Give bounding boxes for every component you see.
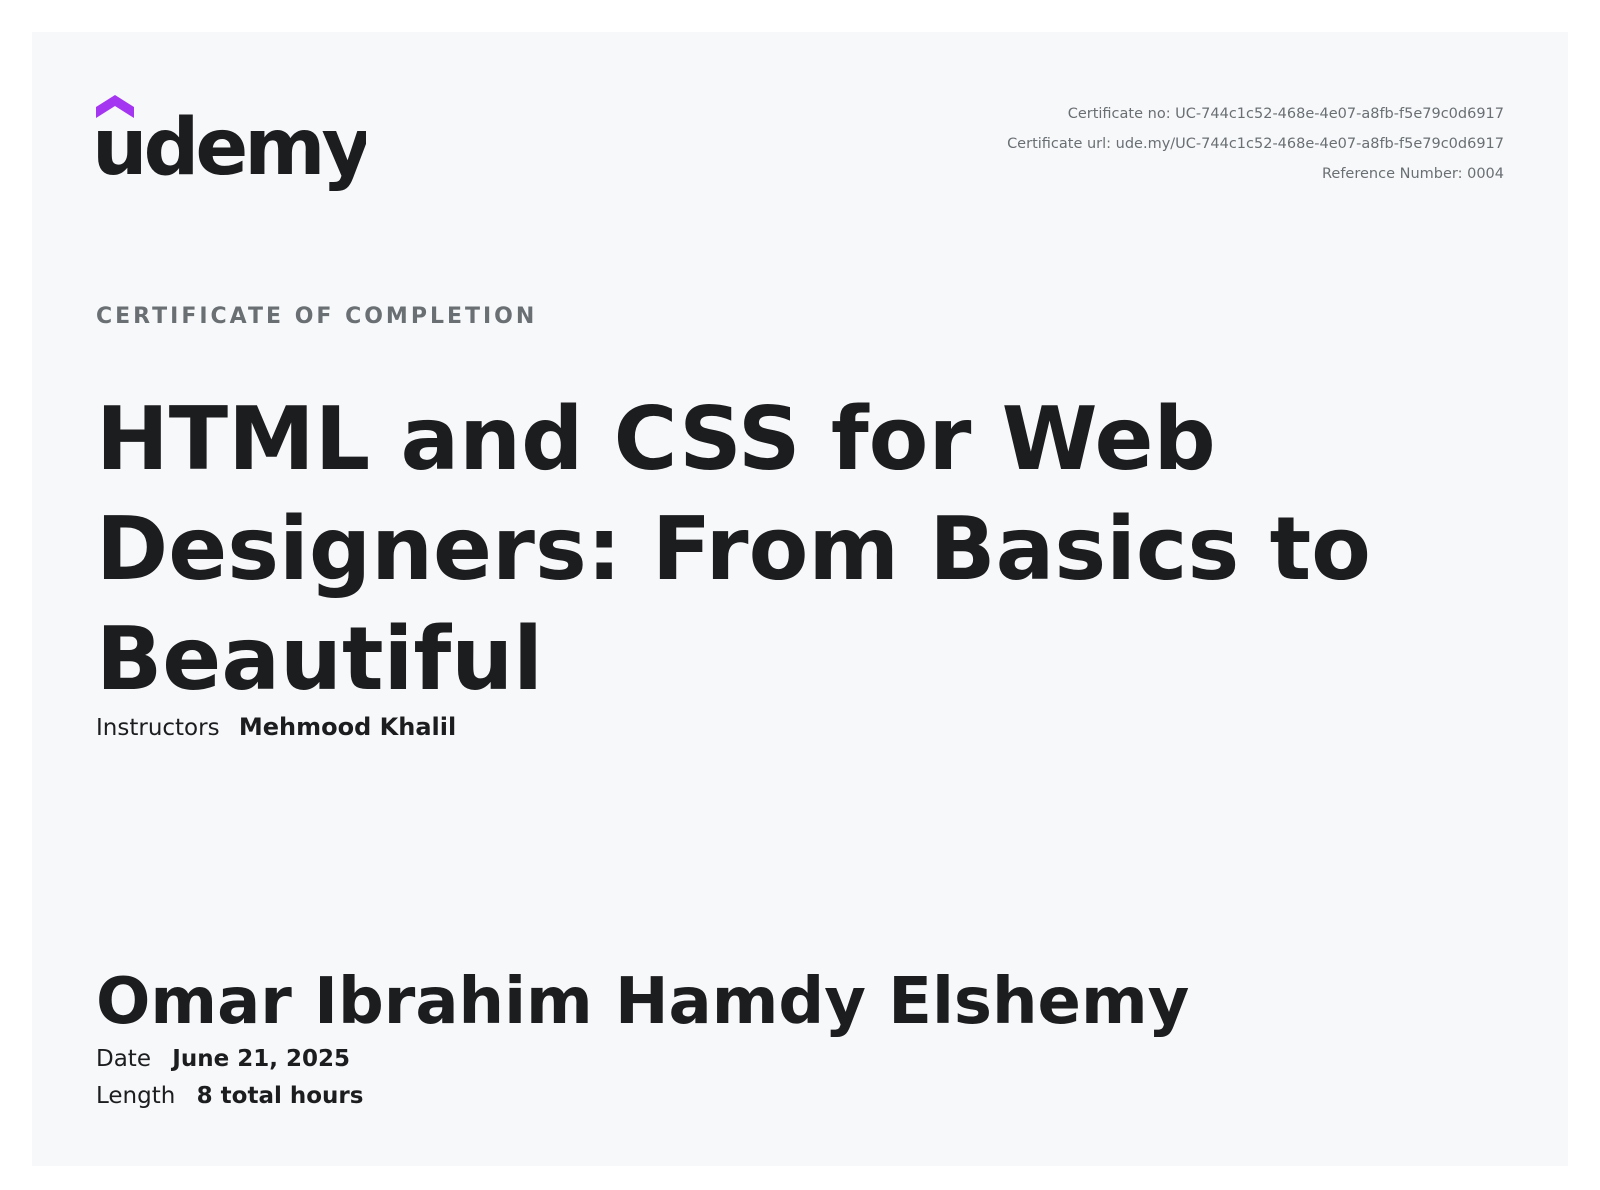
certificate-meta: Certificate no: UC-744c1c52-468e-4e07-a8…	[1007, 99, 1504, 189]
udemy-logo-wordmark: udemy	[96, 103, 366, 193]
length-row: Length 8 total hours	[96, 1083, 363, 1109]
certificate-heading: CERTIFICATE OF COMPLETION	[96, 304, 538, 329]
date-label: Date	[96, 1046, 151, 1072]
instructor-name: Mehmood Khalil	[238, 713, 457, 741]
length-label: Length	[96, 1083, 176, 1109]
udemy-logo: udemy	[96, 94, 366, 204]
student-name: Omar Ibrahim Hamdy Elshemy	[96, 965, 1190, 1039]
instructors-row: Instructors Mehmood Khalil	[96, 713, 456, 741]
date-value: June 21, 2025	[172, 1046, 350, 1072]
udemy-logo-mark: udemy	[96, 95, 366, 193]
certificate: udemy Certificate no: UC-744c1c52-468e-4…	[32, 32, 1568, 1166]
date-row: Date June 21, 2025	[96, 1046, 350, 1072]
certificate-url: Certificate url: ude.my/UC-744c1c52-468e…	[1007, 136, 1504, 152]
instructors-label: Instructors	[96, 715, 220, 741]
certificate-number: Certificate no: UC-744c1c52-468e-4e07-a8…	[1067, 106, 1504, 122]
reference-number: Reference Number: 0004	[1321, 166, 1504, 182]
length-value: 8 total hours	[196, 1083, 364, 1109]
course-title: HTML and CSS for Web Designers: From Bas…	[96, 388, 1371, 710]
